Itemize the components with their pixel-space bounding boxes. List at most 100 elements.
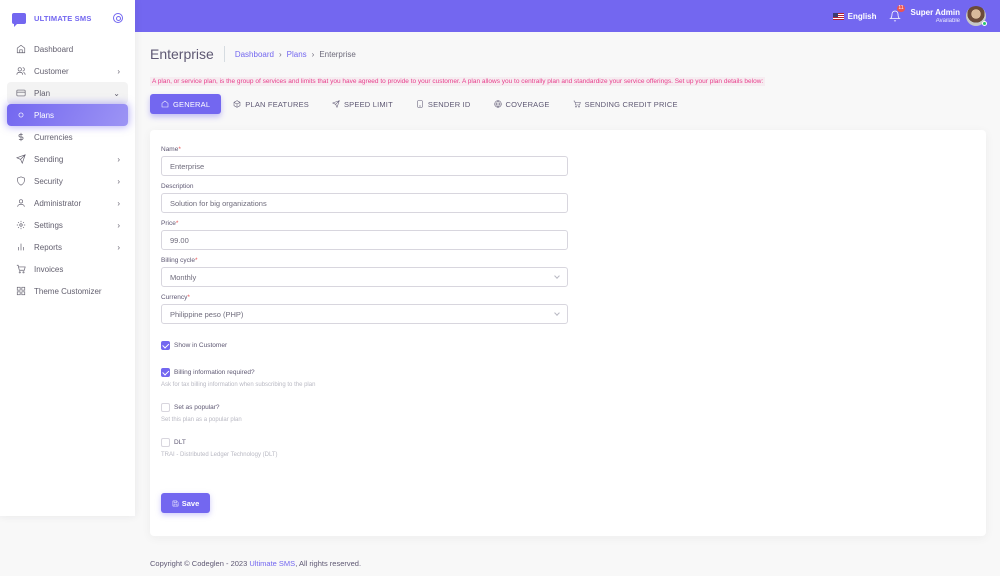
chevron-down-icon	[554, 273, 560, 279]
language-label: English	[847, 11, 877, 21]
sidebar-item-label: Currencies	[34, 132, 73, 142]
dlt-group: DLT TRAI - Distributed Ledger Technology…	[161, 437, 975, 458]
chevron-right-icon: ›	[117, 176, 120, 186]
tab-speed-limit[interactable]: SPEED LIMIT	[321, 94, 404, 114]
chevron-right-icon: ›	[117, 198, 120, 208]
breadcrumb-separator-icon: ›	[278, 49, 282, 59]
sidebar-item-label: Settings	[34, 220, 63, 230]
tab-label: SENDING CREDIT PRICE	[584, 99, 678, 109]
billing-info-checkbox-row[interactable]: Billing information required?	[161, 367, 975, 378]
notification-count-badge: 11	[897, 5, 905, 12]
sidebar-item-sending[interactable]: Sending ›	[7, 148, 128, 170]
breadcrumb-dashboard[interactable]: Dashboard	[235, 50, 274, 59]
tab-plan-features[interactable]: PLAN FEATURES	[222, 94, 320, 114]
currency-label: Currency*	[161, 294, 190, 301]
plan-form-card: Name* Enterprise Description Solution fo…	[150, 130, 986, 536]
billing-cycle-value: Monthly	[170, 272, 197, 282]
dollar-icon	[15, 132, 26, 143]
send-icon	[15, 154, 26, 165]
name-input[interactable]: Enterprise	[161, 156, 568, 176]
sidebar-item-invoices[interactable]: Invoices	[7, 258, 128, 280]
currency-value: Philippine peso (PHP)	[170, 309, 244, 319]
avatar[interactable]	[966, 6, 987, 26]
tab-coverage[interactable]: COVERAGE	[483, 94, 561, 114]
dlt-help: TRAI - Distributed Ledger Technology (DL…	[161, 452, 278, 458]
show-in-customer-group: Show in Customer	[161, 340, 975, 351]
sidebar-item-customer[interactable]: Customer ›	[7, 60, 128, 82]
sidebar-item-label: Invoices	[34, 264, 64, 274]
tab-label: SPEED LIMIT	[343, 99, 393, 109]
chevron-down-icon: ⌄	[113, 88, 120, 98]
main-content: Enterprise Dashboard › Plans › Enterpris…	[150, 32, 986, 536]
breadcrumb-plans[interactable]: Plans	[287, 50, 307, 59]
currency-select[interactable]: Philippine peso (PHP)	[161, 304, 568, 324]
user-menu[interactable]: Super Admin Available	[911, 8, 960, 24]
popular-checkbox-row[interactable]: Set as popular?	[161, 402, 975, 413]
breadcrumb-current: Enterprise	[319, 49, 356, 59]
description-input[interactable]: Solution for big organizations	[161, 193, 568, 213]
tab-sending-credit-price[interactable]: SENDING CREDIT PRICE	[562, 94, 689, 114]
tab-label: PLAN FEATURES	[245, 99, 309, 109]
cart-icon	[15, 264, 26, 275]
billing-info-checkbox[interactable]	[161, 368, 170, 377]
description-label: Description	[161, 183, 194, 190]
us-flag-icon	[832, 12, 844, 20]
chevron-right-icon: ›	[117, 242, 120, 252]
send-icon	[331, 100, 340, 108]
brand-name[interactable]: ULTIMATE SMS	[34, 14, 113, 23]
currency-field-group: Currency* Philippine peso (PHP)	[161, 294, 568, 324]
price-input[interactable]: 99.00	[161, 230, 568, 250]
footer-link[interactable]: Ultimate SMS	[249, 559, 295, 568]
tab-general[interactable]: GENERAL	[150, 94, 222, 114]
sidebar: ULTIMATE SMS Dashboard Customer › Plan ⌄…	[0, 0, 135, 516]
sidebar-item-theme-customizer[interactable]: Theme Customizer	[7, 280, 128, 302]
sidebar-item-security[interactable]: Security ›	[7, 170, 128, 192]
chevron-down-icon	[554, 310, 560, 316]
sidebar-item-reports[interactable]: Reports ›	[7, 236, 128, 258]
gear-icon	[15, 220, 26, 231]
plan-intro-text: A plan, or service plan, is the group of…	[150, 77, 766, 86]
footer-suffix: , All rights reserved.	[295, 559, 362, 568]
brand-logo-icon[interactable]	[12, 12, 26, 27]
description-field-group: Description Solution for big organizatio…	[161, 183, 568, 213]
sidebar-menu: Dashboard Customer › Plan ⌄ Plans Curren…	[0, 36, 135, 302]
billing-cycle-label: Billing cycle*	[161, 257, 198, 264]
notifications-button[interactable]: 11	[888, 5, 905, 22]
sidebar-item-currencies[interactable]: Currencies	[7, 126, 128, 148]
tab-sender-id[interactable]: SENDER ID	[405, 94, 482, 114]
sidebar-item-label: Plans	[34, 110, 55, 120]
sidebar-item-plans[interactable]: Plans	[7, 104, 128, 126]
sidebar-item-plan[interactable]: Plan ⌄	[7, 82, 128, 104]
name-label: Name*	[161, 146, 181, 153]
show-in-customer-checkbox[interactable]	[161, 341, 170, 350]
user-name: Super Admin	[910, 8, 960, 17]
footer-copyright: Copyright © Codeglen - 2023	[150, 559, 250, 568]
footer: Copyright © Codeglen - 2023 Ultimate SMS…	[150, 559, 361, 568]
bar-chart-icon	[15, 242, 26, 253]
package-icon	[233, 100, 241, 108]
sidebar-toggle-icon[interactable]	[113, 13, 123, 23]
chevron-right-icon: ›	[117, 154, 120, 164]
dlt-label: DLT	[174, 439, 186, 446]
save-button[interactable]: Save	[161, 493, 210, 513]
sidebar-item-dashboard[interactable]: Dashboard	[7, 38, 128, 60]
globe-icon	[493, 100, 502, 108]
cart-icon	[573, 100, 581, 108]
circle-icon	[15, 110, 26, 121]
sidebar-item-settings[interactable]: Settings ›	[7, 214, 128, 236]
billing-cycle-select[interactable]: Monthly	[161, 267, 568, 287]
tab-label: SENDER ID	[427, 99, 471, 109]
show-in-customer-checkbox-row[interactable]: Show in Customer	[161, 340, 975, 351]
shield-icon	[15, 176, 26, 187]
dlt-checkbox-row[interactable]: DLT	[161, 437, 975, 448]
tab-label: GENERAL	[173, 99, 211, 109]
grid-icon	[15, 286, 26, 297]
sidebar-item-administrator[interactable]: Administrator ›	[7, 192, 128, 214]
language-dropdown[interactable]: English	[832, 11, 877, 21]
sidebar-item-label: Security	[34, 176, 63, 186]
chevron-right-icon: ›	[117, 220, 120, 230]
online-status-dot	[982, 21, 987, 26]
sidebar-item-label: Administrator	[34, 198, 82, 208]
dlt-checkbox[interactable]	[161, 438, 170, 447]
popular-checkbox[interactable]	[161, 403, 170, 412]
